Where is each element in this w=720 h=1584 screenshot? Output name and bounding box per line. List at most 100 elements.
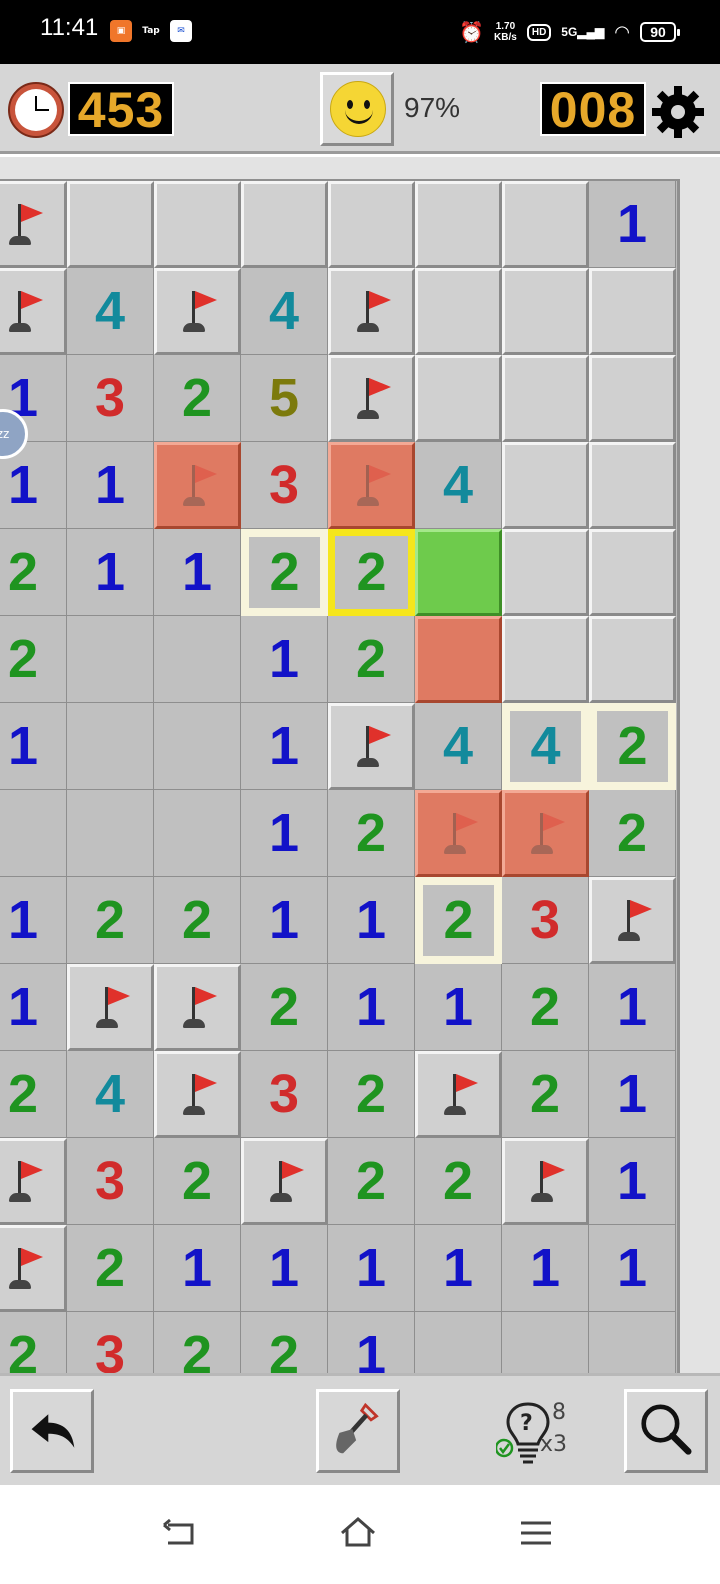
number-cell[interactable]: 2 xyxy=(241,1312,328,1373)
covered-cell[interactable] xyxy=(502,181,589,268)
flagged-cell[interactable] xyxy=(0,181,67,268)
flagged-cell[interactable] xyxy=(154,964,241,1051)
settings-gear-icon[interactable] xyxy=(650,84,706,140)
covered-cell[interactable] xyxy=(415,181,502,268)
flagged-cell[interactable] xyxy=(415,790,502,877)
covered-cell[interactable] xyxy=(67,181,154,268)
number-cell[interactable]: 1 xyxy=(328,1225,415,1312)
number-cell[interactable]: 5 xyxy=(241,355,328,442)
empty-cell[interactable] xyxy=(415,616,502,703)
number-cell[interactable]: 2 xyxy=(154,355,241,442)
new-game-button[interactable] xyxy=(320,72,394,146)
dig-mode-button[interactable] xyxy=(316,1389,400,1473)
number-cell[interactable]: 2 xyxy=(0,1312,67,1373)
menu-nav-icon[interactable] xyxy=(516,1513,556,1553)
covered-cell[interactable] xyxy=(502,529,589,616)
number-cell[interactable]: 2 xyxy=(328,616,415,703)
number-cell[interactable]: 1 xyxy=(589,1225,676,1312)
number-cell[interactable]: 1 xyxy=(241,1225,328,1312)
flagged-cell[interactable] xyxy=(67,964,154,1051)
covered-cell[interactable] xyxy=(589,268,676,355)
number-cell[interactable]: 3 xyxy=(67,1138,154,1225)
number-cell[interactable]: 1 xyxy=(241,790,328,877)
flagged-cell[interactable] xyxy=(0,268,67,355)
number-cell[interactable]: 2 xyxy=(154,877,241,964)
number-cell[interactable]: 1 xyxy=(241,877,328,964)
number-cell[interactable]: 2 xyxy=(328,529,415,616)
number-cell[interactable]: 1 xyxy=(415,964,502,1051)
number-cell[interactable]: 4 xyxy=(67,1051,154,1138)
covered-cell[interactable] xyxy=(415,268,502,355)
number-cell[interactable]: 2 xyxy=(502,964,589,1051)
number-cell[interactable]: 1 xyxy=(415,1225,502,1312)
number-cell[interactable]: 4 xyxy=(415,703,502,790)
number-cell[interactable]: 2 xyxy=(0,616,67,703)
empty-cell[interactable] xyxy=(589,1312,676,1373)
number-cell[interactable]: 3 xyxy=(241,1051,328,1138)
number-cell[interactable]: 2 xyxy=(589,703,676,790)
flagged-cell[interactable] xyxy=(0,1225,67,1312)
home-nav-icon[interactable] xyxy=(338,1513,378,1553)
covered-cell[interactable] xyxy=(154,181,241,268)
covered-cell[interactable] xyxy=(241,181,328,268)
number-cell[interactable]: 1 xyxy=(0,877,67,964)
flagged-cell[interactable] xyxy=(154,442,241,529)
number-cell[interactable]: 1 xyxy=(241,703,328,790)
number-cell[interactable]: 2 xyxy=(154,1138,241,1225)
number-cell[interactable]: 2 xyxy=(502,1051,589,1138)
number-cell[interactable]: 1 xyxy=(589,181,676,268)
flagged-cell[interactable] xyxy=(328,355,415,442)
number-cell[interactable]: 1 xyxy=(589,1051,676,1138)
empty-cell[interactable] xyxy=(502,1312,589,1373)
number-cell[interactable]: 1 xyxy=(154,1225,241,1312)
number-cell[interactable]: 1 xyxy=(589,1138,676,1225)
flagged-cell[interactable] xyxy=(154,268,241,355)
covered-cell[interactable] xyxy=(589,616,676,703)
hint-indicator[interactable]: ? 8 x3 xyxy=(496,1400,586,1470)
number-cell[interactable]: 2 xyxy=(589,790,676,877)
number-cell[interactable]: 4 xyxy=(67,268,154,355)
number-cell[interactable]: 1 xyxy=(328,877,415,964)
number-cell[interactable]: 4 xyxy=(502,703,589,790)
flagged-cell[interactable] xyxy=(328,703,415,790)
flagged-cell[interactable] xyxy=(502,790,589,877)
covered-cell[interactable] xyxy=(415,355,502,442)
flagged-cell[interactable] xyxy=(328,442,415,529)
number-cell[interactable]: 4 xyxy=(415,442,502,529)
number-cell[interactable]: 1 xyxy=(0,703,67,790)
number-cell[interactable]: 1 xyxy=(328,964,415,1051)
number-cell[interactable]: 1 xyxy=(328,1312,415,1373)
number-cell[interactable]: 2 xyxy=(67,877,154,964)
flagged-cell[interactable] xyxy=(415,1051,502,1138)
empty-cell[interactable] xyxy=(67,616,154,703)
number-cell[interactable]: 2 xyxy=(0,529,67,616)
back-nav-icon[interactable] xyxy=(160,1513,200,1553)
empty-cell[interactable] xyxy=(0,790,67,877)
number-cell[interactable]: 4 xyxy=(241,268,328,355)
flagged-cell[interactable] xyxy=(154,1051,241,1138)
flagged-cell[interactable] xyxy=(0,1138,67,1225)
number-cell[interactable]: 3 xyxy=(241,442,328,529)
number-cell[interactable]: 3 xyxy=(502,877,589,964)
empty-cell[interactable] xyxy=(415,529,502,616)
undo-button[interactable] xyxy=(10,1389,94,1473)
number-cell[interactable]: 2 xyxy=(415,877,502,964)
number-cell[interactable]: 1 xyxy=(502,1225,589,1312)
empty-cell[interactable] xyxy=(67,703,154,790)
flagged-cell[interactable] xyxy=(589,877,676,964)
number-cell[interactable]: 1 xyxy=(589,964,676,1051)
number-cell[interactable]: 2 xyxy=(241,964,328,1051)
covered-cell[interactable] xyxy=(589,529,676,616)
flagged-cell[interactable] xyxy=(328,268,415,355)
number-cell[interactable]: 1 xyxy=(154,529,241,616)
covered-cell[interactable] xyxy=(502,616,589,703)
number-cell[interactable]: 1 xyxy=(67,442,154,529)
flagged-cell[interactable] xyxy=(241,1138,328,1225)
empty-cell[interactable] xyxy=(154,703,241,790)
number-cell[interactable]: 2 xyxy=(328,1051,415,1138)
covered-cell[interactable] xyxy=(502,442,589,529)
covered-cell[interactable] xyxy=(589,355,676,442)
empty-cell[interactable] xyxy=(154,790,241,877)
number-cell[interactable]: 3 xyxy=(67,355,154,442)
covered-cell[interactable] xyxy=(502,355,589,442)
